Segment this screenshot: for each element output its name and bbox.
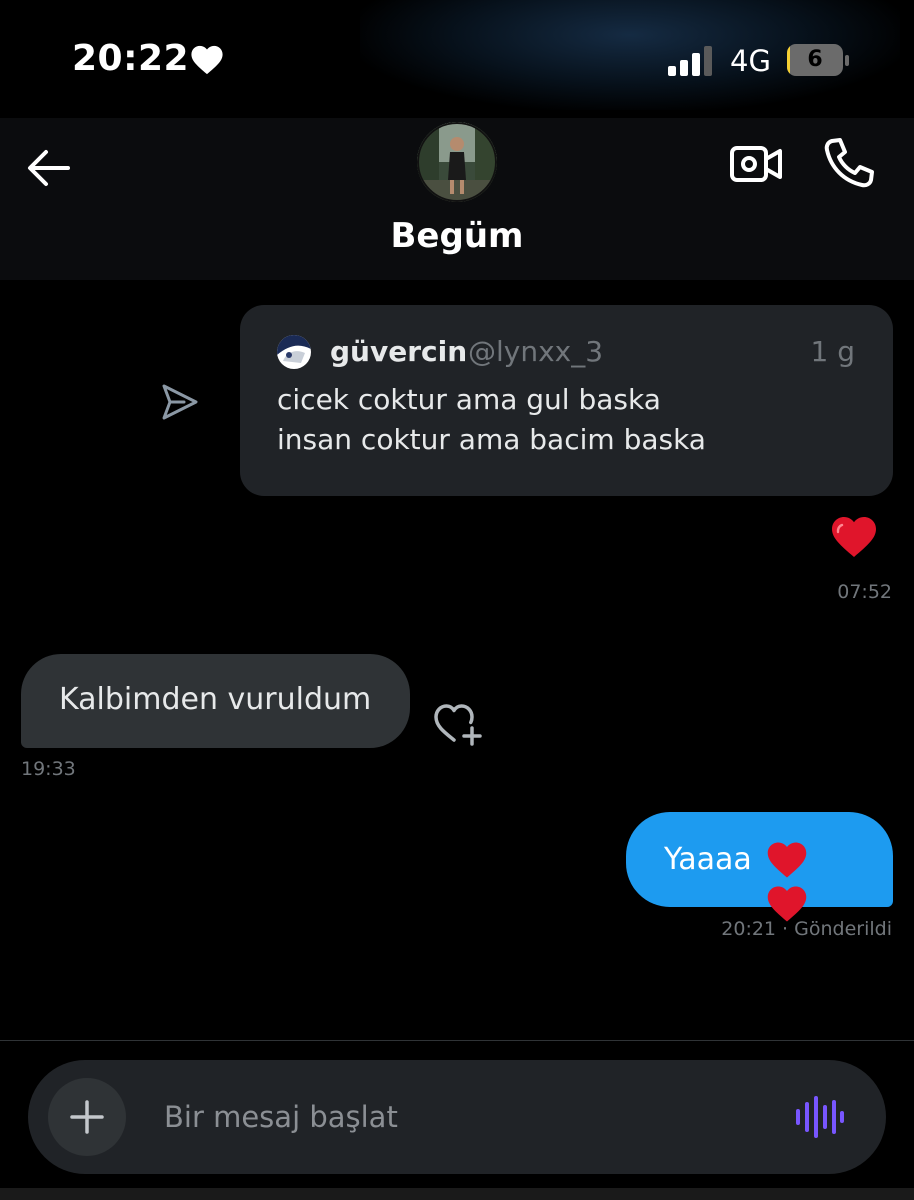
heart-reaction-icon[interactable] [830, 514, 878, 560]
tweet-text-line: cicek coktur ama gul baska [277, 383, 661, 416]
sent-message-text: Yaaaa [664, 842, 752, 877]
composer-divider [0, 1040, 914, 1041]
contact-avatar[interactable] [417, 122, 497, 202]
received-message-bubble[interactable]: Kalbimden vuruldum [21, 654, 410, 748]
add-attachment-button[interactable] [48, 1078, 126, 1156]
tweet-author-avatar [277, 335, 311, 369]
battery-level: 6 [807, 47, 823, 72]
shared-tweet-card[interactable]: güvercin @lynxx_3 1 g cicek coktur ama g… [240, 305, 893, 496]
tweet-author-handle: @lynxx_3 [468, 335, 604, 368]
battery-body: 6 [787, 44, 843, 76]
tweet-age: 1 g [810, 335, 856, 368]
status-time: 20:22 [72, 38, 190, 79]
network-type: 4G [730, 44, 771, 78]
sent-message-bubble[interactable]: Yaaaa [626, 812, 893, 922]
status-bar: 20:22 4G 6 [0, 0, 914, 120]
conversation-header: Begüm [0, 118, 914, 280]
received-message-text: Kalbimden vuruldum [59, 682, 372, 717]
message-status: 20:21 · Gönderildi [721, 918, 892, 940]
battery-tip [845, 55, 849, 66]
message-timestamp: 19:33 [21, 758, 76, 780]
message-timestamp: 07:52 [837, 581, 892, 603]
message-input[interactable] [164, 1094, 764, 1140]
heart-icon [191, 45, 223, 75]
phone-icon[interactable] [822, 136, 876, 190]
add-reaction-icon[interactable] [432, 700, 484, 746]
sent-message-emojis [766, 840, 856, 922]
home-indicator-area [0, 1188, 914, 1200]
signal-strength-icon [668, 46, 712, 76]
send-icon[interactable] [158, 380, 202, 424]
voice-message-icon[interactable] [794, 1094, 844, 1140]
tweet-text-line: insan coktur ama bacim baska [277, 423, 706, 456]
video-camera-icon[interactable] [728, 140, 784, 188]
red-heart-emoji-icon [767, 842, 807, 878]
battery-indicator: 6 [787, 44, 849, 78]
message-composer [28, 1060, 886, 1174]
back-arrow-icon[interactable] [22, 142, 74, 194]
tweet-author-name: güvercin [330, 335, 468, 368]
contact-name[interactable]: Begüm [0, 216, 914, 256]
plus-icon [70, 1100, 104, 1134]
